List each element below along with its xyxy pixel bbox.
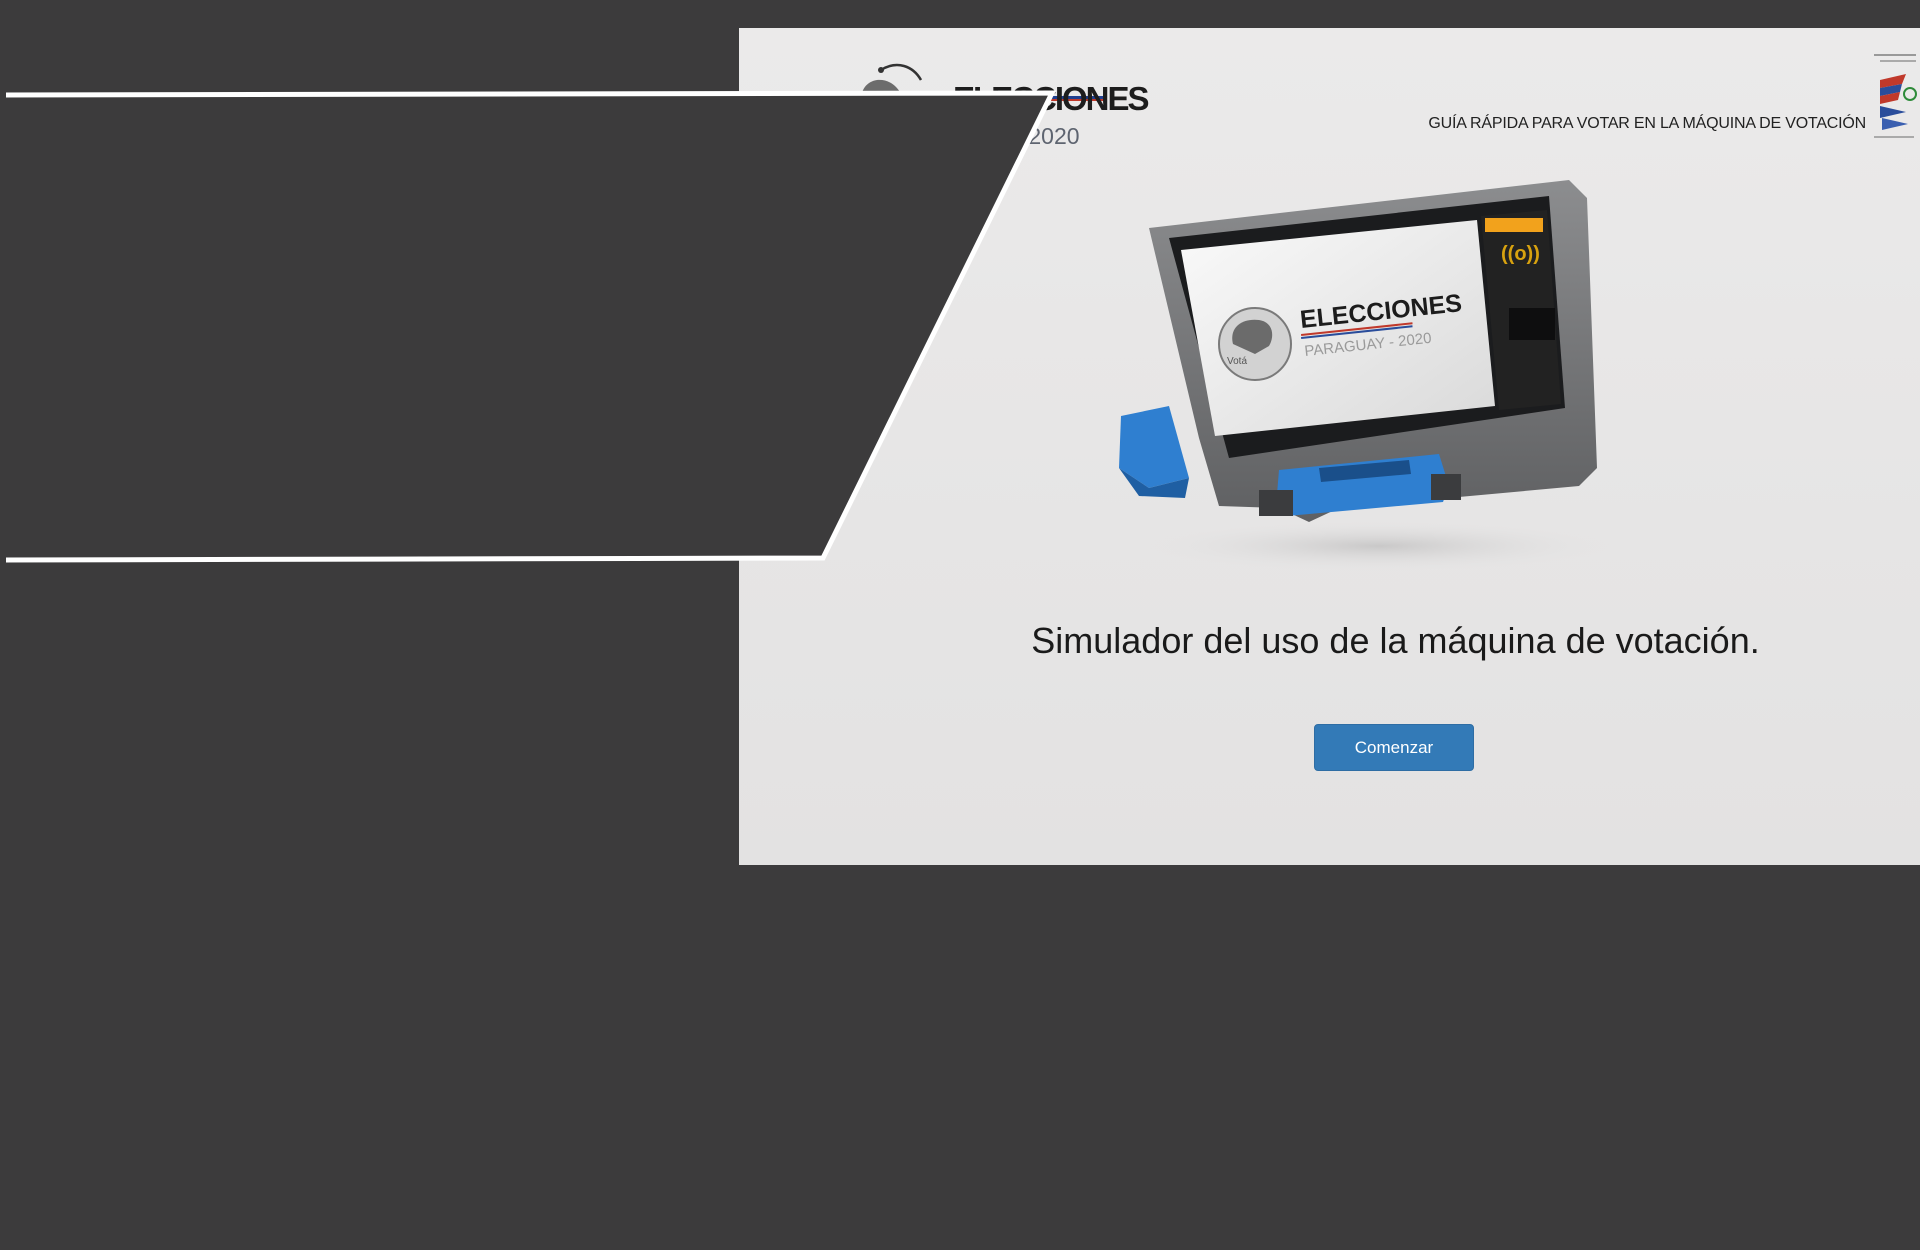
tsje-crest-icon: [1874, 54, 1917, 138]
start-button[interactable]: Comenzar: [1314, 724, 1474, 771]
voting-machine-image: ((o)) Votá ELECCIONES PARAGUAY - 2020: [1109, 168, 1629, 588]
machine-vote-label: Votá: [1227, 356, 1247, 367]
logo-subtitle: Y - 2020: [993, 123, 1080, 149]
svg-text:((o)): ((o)): [1501, 243, 1540, 265]
simulator-page: ELECCIONES Y - 2020 GUÍA RÁPIDA PARA VOT…: [739, 28, 1920, 865]
guide-title: GUÍA RÁPIDA PARA VOTAR EN LA MÁQUINA DE …: [1428, 115, 1866, 132]
elecciones-logo: ELECCIONES Y - 2020: [857, 46, 1157, 149]
page-headline: Simulador del uso de la máquina de votac…: [1031, 620, 1760, 661]
logo-title: ELECCIONES: [953, 80, 1150, 117]
